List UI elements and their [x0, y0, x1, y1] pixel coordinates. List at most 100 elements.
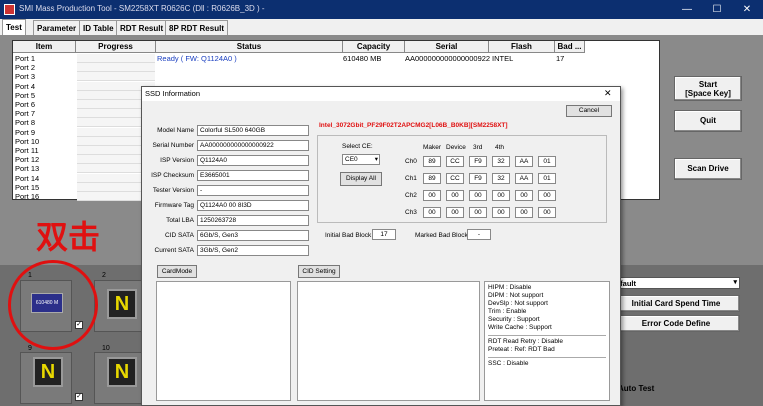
- field-value: 1250263728: [197, 215, 309, 226]
- dropdown-arrow-icon: ▾: [733, 279, 737, 286]
- double-click-annotation: 双击: [36, 218, 101, 256]
- scan-drive-button[interactable]: Scan Drive: [674, 158, 742, 180]
- close-button[interactable]: ✕: [736, 2, 758, 17]
- field-value: Q1124A0: [197, 155, 309, 166]
- field-value: 6Gb/S, Gen3: [197, 230, 309, 241]
- mode-select[interactable]: efault ▾: [612, 277, 740, 289]
- maximize-button[interactable]: ☐: [706, 2, 728, 17]
- select-ce-dropdown[interactable]: CE0 ▾: [342, 154, 380, 165]
- field-value: -: [197, 185, 309, 196]
- marked-bad-block-value: -: [467, 229, 491, 240]
- card-slot-9[interactable]: N ✓: [20, 352, 83, 404]
- port-label[interactable]: Port 1: [15, 54, 35, 63]
- port-label[interactable]: Port 2: [15, 63, 35, 72]
- dropdown-arrow-icon: ▾: [374, 156, 378, 163]
- col-status[interactable]: Status: [156, 41, 343, 53]
- drive-features-panel: HIPM : Disable DIPM : Not support DevSlp :…: [484, 281, 610, 401]
- tab-test[interactable]: Test: [2, 19, 26, 35]
- cid-setting-button[interactable]: CID Setting: [298, 265, 340, 278]
- port-label[interactable]: Port 16: [15, 192, 39, 201]
- row1-bad: 17: [556, 54, 565, 63]
- feature-line: Preteat : Ref: RDT Bad: [488, 346, 555, 353]
- cardmode-text-area[interactable]: [156, 281, 291, 401]
- flash-id-byte: 00: [446, 190, 464, 201]
- card-slot-10[interactable]: N: [94, 352, 146, 404]
- col-serial[interactable]: Serial: [405, 41, 489, 53]
- port-label[interactable]: Port 7: [15, 109, 35, 118]
- nand-icon: N: [33, 357, 63, 387]
- cardmode-button[interactable]: CardMode: [157, 265, 197, 278]
- nand-icon: N: [107, 357, 137, 387]
- progress-bar: [77, 63, 155, 73]
- col-item[interactable]: Item: [13, 41, 76, 53]
- row1-capacity: 610480 MB: [343, 54, 382, 63]
- port-label[interactable]: Port 6: [15, 100, 35, 109]
- initial-card-spend-time-button[interactable]: Initial Card Spend Time: [612, 295, 740, 312]
- port-label[interactable]: Port 4: [15, 82, 35, 91]
- flash-id-byte: F9: [469, 173, 487, 184]
- channel-label: Ch1: [405, 175, 417, 182]
- tab-8p-rdt-result[interactable]: 8P RDT Result: [165, 20, 228, 35]
- field-label: Total LBA: [166, 217, 194, 224]
- flash-id-byte: 00: [492, 207, 510, 218]
- port-label[interactable]: Port 14: [15, 174, 39, 183]
- flash-id-byte: 00: [492, 190, 510, 201]
- field-label: Current SATA: [154, 247, 195, 254]
- auto-test-label: Auto Test: [618, 384, 655, 393]
- id-header-maker: Maker: [423, 144, 442, 151]
- marked-bad-block-label: Marked Bad Block: [415, 232, 468, 239]
- port-label[interactable]: Port 8: [15, 118, 35, 127]
- cid-setting-text-area[interactable]: [297, 281, 480, 401]
- port-label[interactable]: Port 11: [15, 146, 39, 155]
- port-label[interactable]: Port 5: [15, 91, 35, 100]
- display-all-button[interactable]: Display All: [340, 172, 382, 186]
- flash-id-byte: 00: [423, 207, 441, 218]
- col-progress[interactable]: Progress: [76, 41, 156, 53]
- cancel-button[interactable]: Cancel: [566, 105, 612, 117]
- field-label: Tester Version: [152, 187, 194, 194]
- error-code-define-button[interactable]: Error Code Define: [612, 315, 740, 332]
- field-value: Q1124A0 00 8I3D: [197, 200, 309, 211]
- feature-line: RDT Read Retry : Disable: [488, 335, 606, 346]
- feature-line: DIPM : Not support: [488, 292, 544, 299]
- port-label[interactable]: Port 12: [15, 155, 39, 164]
- port-label[interactable]: Port 9: [15, 128, 35, 137]
- card-slot-2[interactable]: N: [94, 280, 146, 332]
- progress-bar: [77, 54, 155, 63]
- flash-id-byte: 89: [423, 173, 441, 184]
- tab-id-table[interactable]: ID Table: [79, 20, 118, 35]
- field-label: CID SATA: [164, 232, 194, 239]
- id-header-4th: 4th: [495, 144, 505, 151]
- id-header-device: Device: [446, 144, 466, 151]
- start-button[interactable]: Start [Space Key]: [674, 76, 742, 101]
- col-capacity[interactable]: Capacity: [343, 41, 405, 53]
- slot-label-2: 2: [102, 272, 106, 279]
- field-value: E3665001: [197, 170, 309, 181]
- title-bar: SMI Mass Production Tool - SM2258XT R062…: [0, 0, 763, 19]
- port-label[interactable]: Port 13: [15, 164, 39, 173]
- flash-info: Intel_3072Gbit_PF29F02T2APCMG2[L06B_B0KB…: [319, 122, 508, 129]
- flash-id-byte: AA: [515, 173, 533, 184]
- nand-icon: N: [107, 289, 137, 319]
- flash-id-byte: 00: [538, 207, 556, 218]
- row1-status: Ready ( FW: Q1124A0 ): [157, 54, 237, 63]
- flash-id-byte: 32: [492, 156, 510, 167]
- app-icon: [4, 4, 15, 15]
- feature-line: DevSlp : Not support: [488, 300, 548, 307]
- dialog-title-bar: SSD Information: [142, 87, 620, 101]
- port-label[interactable]: Port 3: [15, 72, 35, 81]
- quit-button[interactable]: Quit: [674, 110, 742, 132]
- tab-rdt-result[interactable]: RDT Result: [116, 20, 168, 35]
- dialog-close-icon[interactable]: ✕: [604, 88, 612, 99]
- port-label[interactable]: Port 15: [15, 183, 39, 192]
- channel-label: Ch2: [405, 192, 417, 199]
- dialog-title: SSD Information: [145, 89, 201, 98]
- port-label[interactable]: Port 10: [15, 137, 39, 146]
- channel-label: Ch3: [405, 209, 417, 216]
- col-bad[interactable]: Bad ...: [555, 41, 585, 53]
- col-flash[interactable]: Flash: [489, 41, 555, 53]
- field-label: ISP Version: [160, 157, 194, 164]
- minimize-button[interactable]: —: [676, 2, 698, 17]
- tab-parameter[interactable]: Parameter: [33, 20, 81, 35]
- flash-id-byte: 00: [423, 190, 441, 201]
